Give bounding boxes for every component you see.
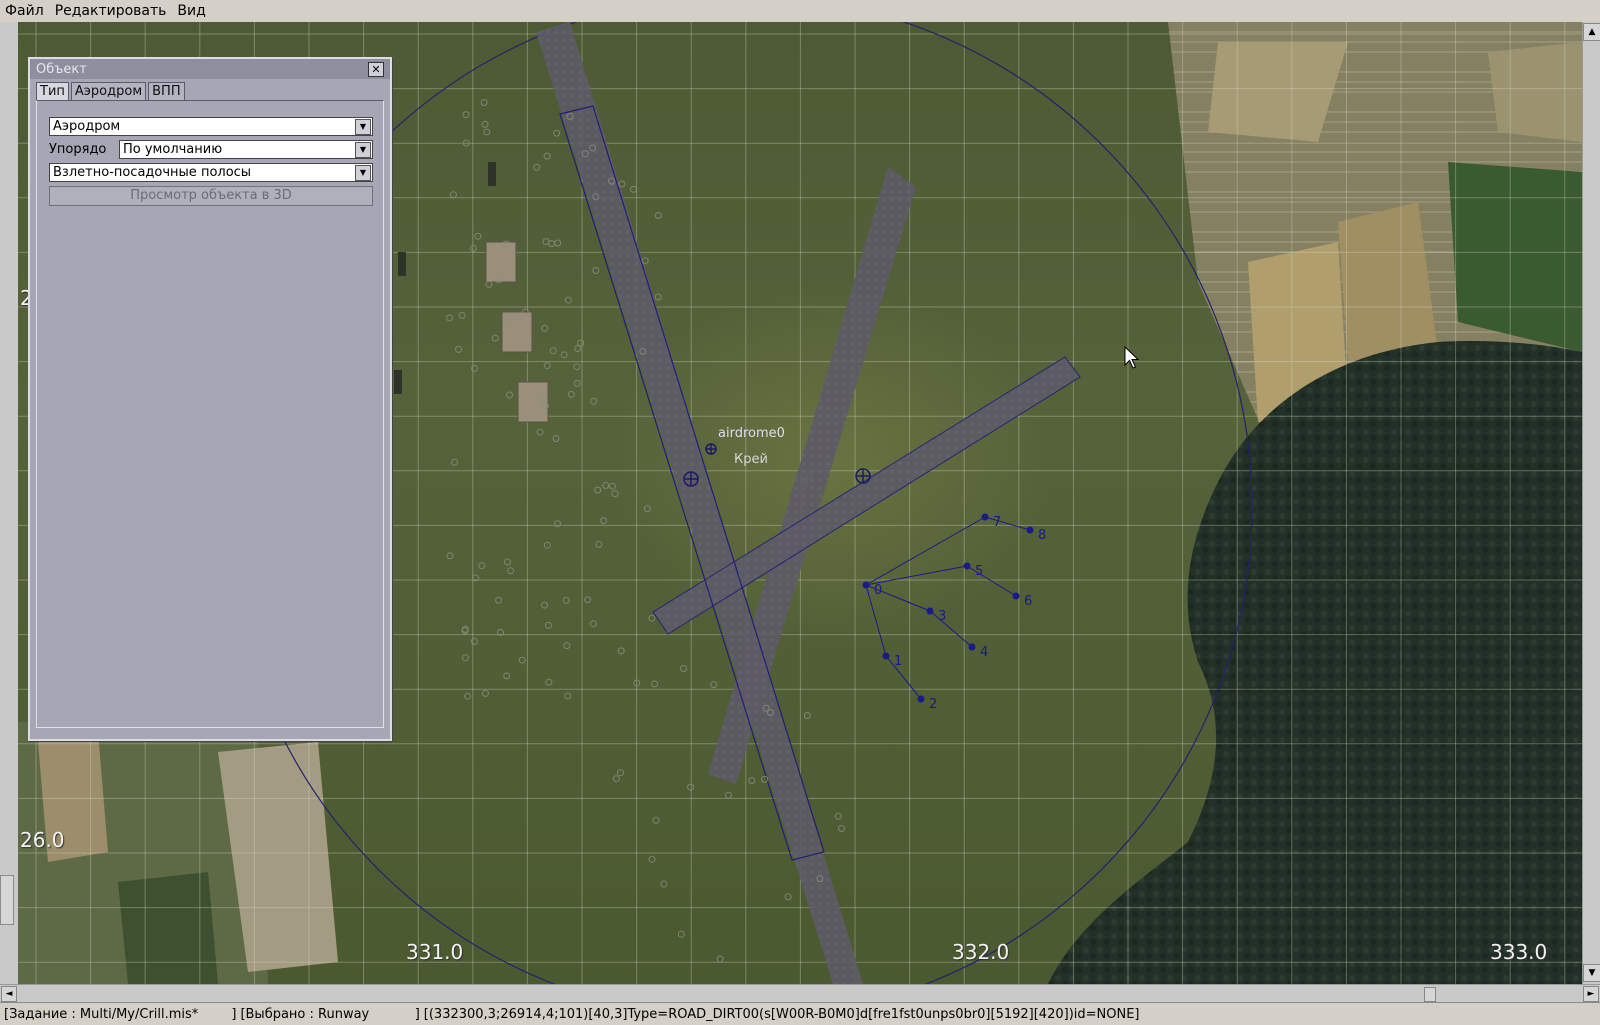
grid-label-x-331: 331.0 <box>406 940 464 964</box>
waypoint-label: 4 <box>980 645 988 660</box>
close-icon[interactable]: ✕ <box>368 62 384 77</box>
category-select-value: Взлетно-посадочные полосы <box>53 165 252 180</box>
waypoint-route <box>865 516 1031 700</box>
statusbar: [Задание : Multi/My/Crill.mis* ] [Выбран… <box>0 1002 1600 1025</box>
waypoint-5[interactable] <box>963 562 971 570</box>
waypoint-2[interactable] <box>917 695 925 703</box>
waypoint-label: 1 <box>894 654 902 669</box>
menubar: Файл Редактировать Вид <box>0 0 1600 23</box>
grid-label-x-333: 333.0 <box>1490 940 1548 964</box>
panel-titlebar[interactable]: Объект ✕ <box>30 59 390 79</box>
menu-edit[interactable]: Редактировать <box>50 3 173 19</box>
type-select[interactable]: Аэродром ▼ <box>49 117 373 136</box>
airdrome-label[interactable]: airdrome0 <box>718 426 785 441</box>
scroll-right-icon[interactable]: ► <box>1583 986 1599 1002</box>
tab-type[interactable]: Тип <box>36 82 69 100</box>
waypoint-6[interactable] <box>1012 592 1020 600</box>
grid-label-y-26: 26.0 <box>20 828 65 852</box>
chevron-down-icon[interactable]: ▼ <box>355 142 371 158</box>
object-panel: Объект ✕ Тип Аэродром ВПП Аэродром ▼ Упо… <box>28 57 392 741</box>
left-scroll-strip <box>0 22 19 984</box>
waypoint-label: 7 <box>993 515 1001 530</box>
waypoint-label: 3 <box>938 609 946 624</box>
chevron-down-icon[interactable]: ▼ <box>355 119 371 135</box>
view-3d-button[interactable]: Просмотр объекта в 3D <box>49 186 373 206</box>
field-patch <box>118 872 218 984</box>
runway-selected[interactable] <box>652 356 1081 635</box>
panel-title: Объект <box>36 61 87 77</box>
panel-body: Аэродром ▼ Упорядо По умолчанию ▼ Взлетн… <box>36 100 384 728</box>
field-patch <box>1488 42 1582 142</box>
order-select-value: По умолчанию <box>123 142 223 157</box>
field-patch <box>1448 162 1582 352</box>
grid-label-x-332: 332.0 <box>952 940 1010 964</box>
waypoint-label: 0 <box>874 583 882 598</box>
status-selected: [Выбрано : Runway ] <box>240 1006 420 1022</box>
waypoint-0[interactable] <box>862 581 870 589</box>
vertical-scrollbar[interactable]: ▲ ▼ <box>1582 22 1600 984</box>
waypoint-8[interactable] <box>1026 526 1034 534</box>
type-select-value: Аэродром <box>53 119 121 134</box>
order-row: Упорядо По умолчанию ▼ <box>49 140 373 159</box>
waypoint-label: 2 <box>929 697 937 712</box>
chevron-down-icon[interactable]: ▼ <box>355 165 371 181</box>
waypoint-3[interactable] <box>926 607 934 615</box>
status-details: [(332300,3;26914,4;101)[40,3]Type=ROAD_D… <box>423 1006 1140 1022</box>
scroll-down-icon[interactable]: ▼ <box>1583 964 1600 982</box>
waypoint-4[interactable] <box>968 643 976 651</box>
waypoint-1[interactable] <box>882 652 890 660</box>
tab-runway[interactable]: ВПП <box>148 82 185 100</box>
order-label: Упорядо <box>49 142 107 157</box>
status-mission: [Задание : Multi/My/Crill.mis* ] <box>4 1006 237 1022</box>
mouse-cursor-icon <box>1124 346 1140 369</box>
horizontal-scroll-thumb[interactable] <box>1424 987 1436 1002</box>
waypoint-7[interactable] <box>981 513 989 521</box>
left-scroll-thumb[interactable] <box>0 875 14 925</box>
category-select[interactable]: Взлетно-посадочные полосы ▼ <box>49 163 373 182</box>
waypoint-label: 8 <box>1038 528 1046 543</box>
scroll-up-icon[interactable]: ▲ <box>1583 23 1600 41</box>
menu-file[interactable]: Файл <box>0 3 50 19</box>
scroll-left-icon[interactable]: ◄ <box>1 986 17 1002</box>
hangar[interactable] <box>485 241 517 283</box>
tab-airdrome[interactable]: Аэродром <box>70 82 147 100</box>
menu-view[interactable]: Вид <box>172 3 211 19</box>
order-select[interactable]: По умолчанию ▼ <box>119 140 373 159</box>
waypoint-label: 5 <box>975 564 983 579</box>
object-sub-label: Крей <box>734 452 768 467</box>
waypoint-label: 6 <box>1024 594 1032 609</box>
horizontal-scrollbar[interactable]: ◄ ► <box>0 984 1600 1003</box>
panel-tabs: Тип Аэродром ВПП <box>30 79 390 100</box>
